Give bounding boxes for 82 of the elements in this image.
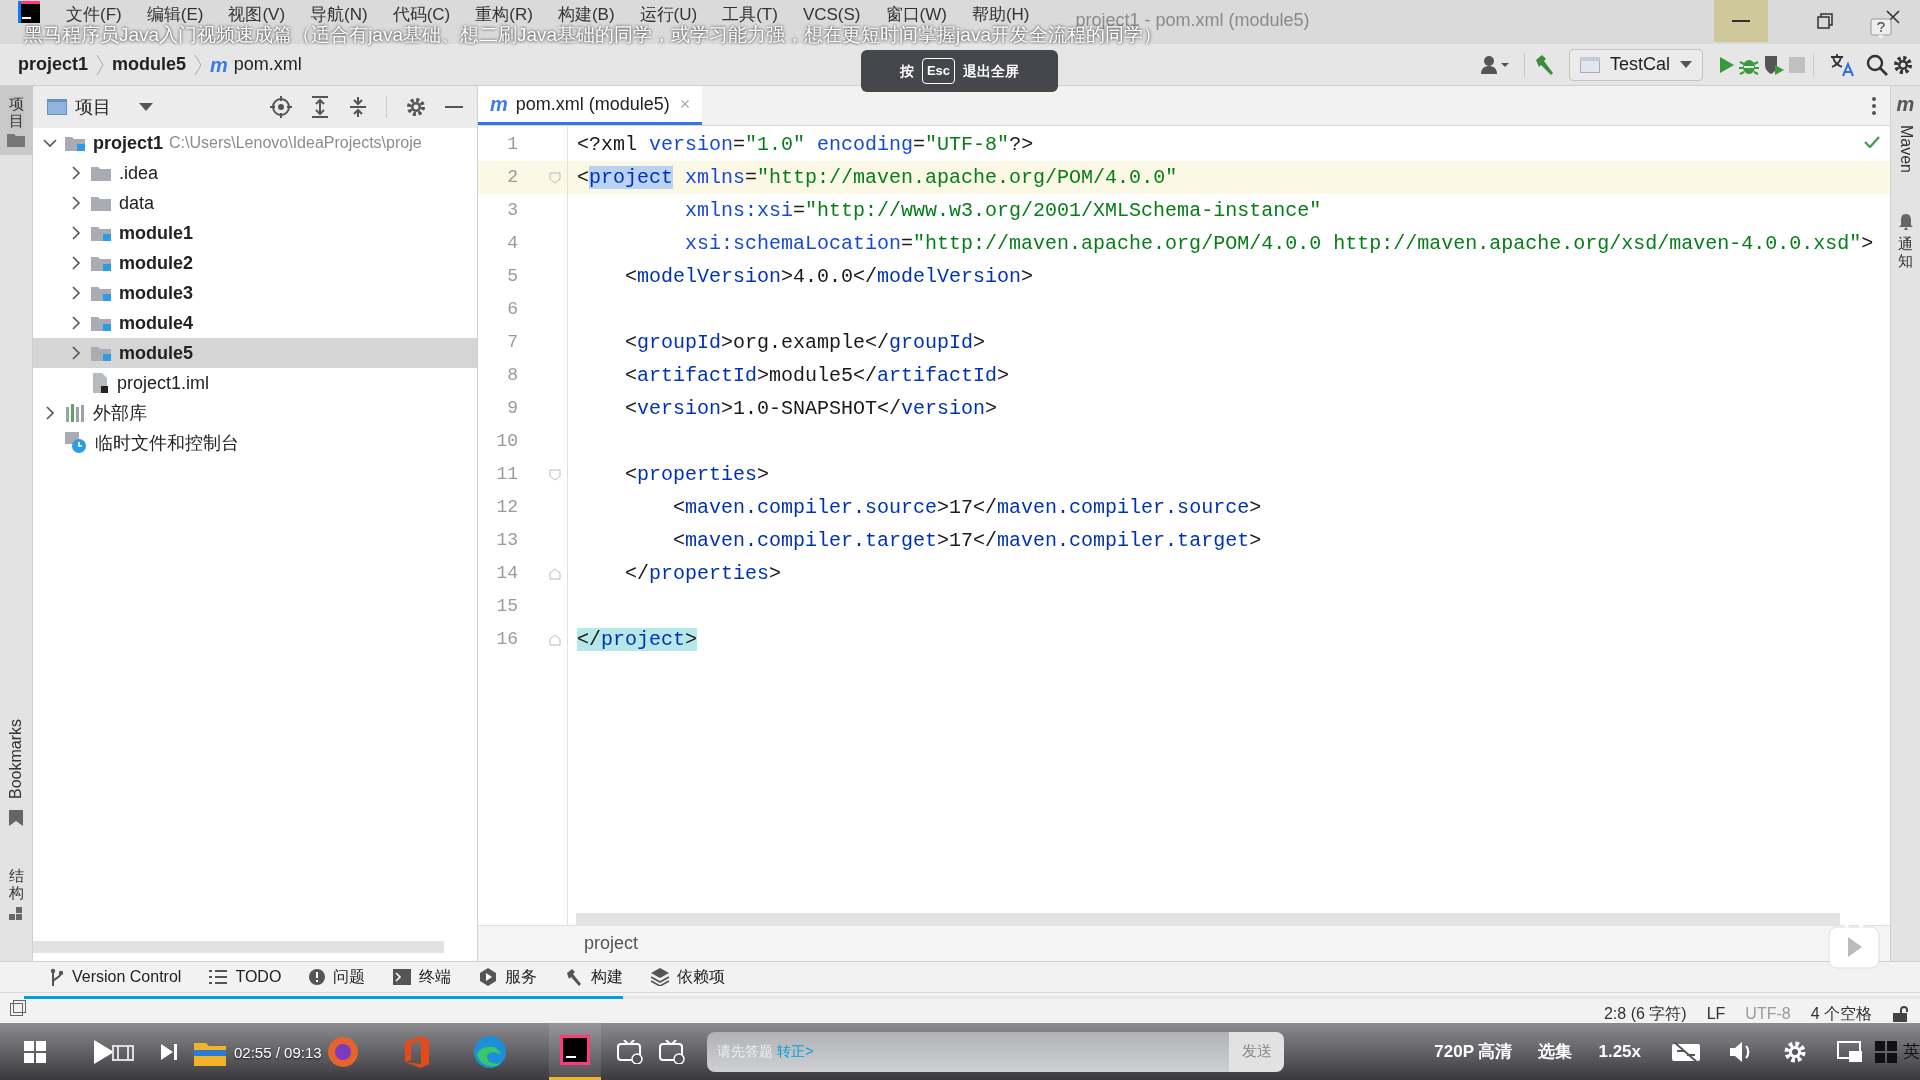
line-number: 12 [495,496,518,519]
tool-window-tab[interactable]: 依赖项 [677,965,726,989]
line-separator[interactable]: LF [1706,1002,1726,1026]
line-number: 8 [506,364,518,387]
tree-item[interactable]: module4 [33,308,477,338]
code-line: <groupId>org.example</groupId> [624,329,986,356]
file-icon: m [210,54,228,75]
line-number: 6 [506,298,518,321]
code-line: <maven.compiler.target>17</maven.compiler.target> [672,527,1262,554]
tool-window-tab[interactable]: Version Control [72,965,182,989]
stripe-tab[interactable]: Maven [1895,120,1916,178]
code-line: </properties> [624,560,782,587]
breadcrumb-item[interactable]: pom.xml [233,51,302,78]
code-line: xmlns:xsi="http://www.w3.org/2001/XMLSchema-instance" [684,197,1322,224]
line-number: 9 [506,397,518,420]
menu-item[interactable]: 帮助(H) [971,4,1030,26]
line-number: 2 [506,166,518,189]
code-line: <maven.compiler.source>17</maven.compiler.source> [672,494,1262,521]
line-number: 1 [506,133,518,156]
code-line: <version>1.0-SNAPSHOT</version> [624,395,998,422]
speed-button[interactable]: 1.25x [1598,1038,1641,1065]
line-number: 14 [495,562,518,585]
line-number: 5 [506,265,518,288]
line-number: 7 [506,331,518,354]
code-line: <artifactId>module5</artifactId> [624,362,1010,389]
menu-item[interactable]: 重构(R) [475,4,533,26]
quality-button[interactable]: 720P 高清 [1434,1038,1513,1065]
menu-item[interactable]: VCS(S) [802,4,861,26]
breadcrumb-item[interactable]: module5 [112,51,187,78]
code-line: </project> [577,626,698,653]
menu-item[interactable]: 运行(U) [639,4,698,26]
tree-item[interactable]: module1 [33,218,477,248]
tree-item[interactable]: data [33,188,477,218]
stripe-tab[interactable]: 通知 [1898,236,1913,269]
menu-item[interactable]: 代码(C) [392,4,451,26]
code-line: <properties> [624,461,770,488]
fullscreen-hint: 按 Esc 退出全屏 [861,50,1058,92]
line-number: 4 [506,232,518,255]
code-line: <?xml version="1.0" encoding="UTF-8"?> [577,131,1034,158]
caret-position[interactable]: 2:8 (6 字符) [1603,1002,1687,1026]
code-line: <project xmlns="http://maven.apache.org/POM/4.0.0" [577,164,1178,191]
indent-setting[interactable]: 4 个空格 [1810,1002,1872,1026]
menu-item[interactable]: 工具(T) [722,4,778,26]
breadcrumb-item[interactable]: project1 [18,51,89,78]
menu-item[interactable]: 构建(B) [557,4,615,26]
menu-item[interactable]: 视图(V) [228,4,286,26]
menu-item[interactable]: 导航(N) [310,4,368,26]
video-time: 02:55 / 09:13 [234,1042,322,1063]
tree-item[interactable]: 临时文件和控制台 [33,428,477,458]
tree-item[interactable]: module5 [33,338,477,368]
tree-item[interactable]: 外部库 [33,398,477,428]
maven-icon[interactable]: m [1896,94,1915,114]
tool-window-tab[interactable]: 终端 [419,965,452,989]
code-line: xsi:schemaLocation="http://maven.apache.org/POM/4.0.0 http://maven.apache.org/xsd/maven-4.0.0.xsd"> [684,230,1874,257]
line-number: 16 [495,628,518,651]
tree-item[interactable]: module3 [33,278,477,308]
tree-item[interactable]: module2 [33,248,477,278]
stripe-tab[interactable]: 结构 [8,868,24,901]
tree-item[interactable]: .idea [33,158,477,188]
line-number: 13 [495,529,518,552]
line-number: 11 [495,463,518,486]
menu-item[interactable]: 窗口(W) [885,4,947,26]
episodes-button[interactable]: 选集 [1538,1038,1573,1065]
line-number: 3 [506,199,518,222]
breadcrumb-item[interactable]: project [584,930,639,957]
tree-item[interactable]: project1 C:\Users\Lenovo\IdeaProjects\proje [33,128,477,158]
menu-item[interactable]: 编辑(E) [146,4,204,26]
stripe-tab[interactable]: 项目 [8,96,24,129]
stripe-tab[interactable]: Bookmarks [6,714,26,804]
menu-item[interactable]: 文件(F) [66,4,122,26]
line-number: 10 [495,430,518,453]
editor-tab[interactable]: m pom.xml (module5) × [478,86,703,125]
esc-key: Esc [921,58,956,84]
tree-item[interactable]: project1.iml [33,368,477,398]
code-line: <modelVersion>4.0.0</modelVersion> [624,263,1034,290]
panel-title[interactable]: 项目 [75,93,111,121]
line-number: 15 [495,595,518,618]
tool-window-tab[interactable]: TODO [235,965,282,989]
tool-window-tab[interactable]: 服务 [505,965,538,989]
tool-window-tab[interactable]: 构建 [591,965,624,989]
run-config-dropdown[interactable]: TestCal [1568,48,1703,81]
tool-window-tab[interactable]: 问题 [333,965,366,989]
